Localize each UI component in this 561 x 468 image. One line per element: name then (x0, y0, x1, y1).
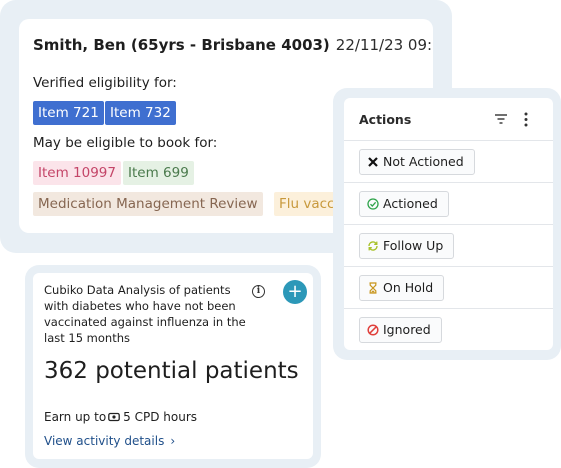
potential-patients-count: 362 potential patients (44, 358, 299, 384)
plus-icon: + (287, 281, 303, 302)
add-button[interactable]: + (283, 280, 307, 304)
action-label: Actioned (383, 196, 438, 211)
eligible-item-chip[interactable]: Item 699 (123, 161, 194, 185)
ignored-button[interactable]: Ignored (359, 317, 442, 343)
ban-icon (367, 324, 379, 336)
view-link-label: View activity details (44, 434, 165, 448)
actioned-button[interactable]: Actioned (359, 191, 449, 217)
eligible-item-chip[interactable]: Flu vacc (274, 192, 340, 216)
eligible-item-chip[interactable]: Item 10997 (33, 161, 121, 185)
may-be-eligible-label: May be eligible to book for: (33, 135, 218, 151)
info-icon[interactable]: i (252, 285, 265, 298)
filter-icon[interactable] (494, 113, 508, 125)
chevron-right-icon: › (170, 434, 176, 448)
verified-item-chip[interactable]: Item 732 (105, 101, 176, 125)
follow-up-button[interactable]: Follow Up (359, 233, 455, 259)
verified-item-chip[interactable]: Item 721 (33, 101, 104, 125)
earn-prefix: Earn up to (44, 410, 107, 424)
analysis-title: Cubiko Data Analysis of patients with di… (44, 283, 246, 345)
action-label: Ignored (383, 322, 431, 337)
action-label: Not Actioned (383, 154, 464, 169)
action-row-follow-up: Follow Up (344, 224, 553, 267)
x-icon (368, 157, 378, 167)
patient-name: Smith, Ben (65yrs - Brisbane 4003) (33, 36, 330, 54)
hourglass-icon (369, 282, 377, 294)
eligible-item-chip[interactable]: Medication Management Review (33, 192, 263, 216)
action-row-actioned: Actioned (344, 182, 553, 225)
check-circle-icon (367, 198, 379, 210)
verified-eligibility-label: Verified eligibility for: (33, 75, 177, 91)
action-row-on-hold: On Hold (344, 266, 553, 309)
refresh-icon (368, 241, 378, 251)
cpd-earnings: Earn up to 5 CPD hours (44, 410, 197, 424)
actions-panel: Actions Not Actioned Actioned Follow Up … (344, 98, 553, 350)
appointment-datetime: 22/11/23 09:00 (335, 36, 433, 54)
cpd-hours: 5 CPD hours (123, 410, 198, 424)
patient-header: Smith, Ben (65yrs - Brisbane 4003) 22/11/… (33, 36, 433, 54)
action-label: On Hold (383, 280, 434, 295)
view-activity-details-link[interactable]: View activity details › (44, 434, 175, 448)
analysis-card: Cubiko Data Analysis of patients with di… (33, 273, 313, 459)
ticket-icon (108, 412, 121, 422)
not-actioned-button[interactable]: Not Actioned (359, 149, 475, 175)
action-row-ignored: Ignored (344, 308, 553, 351)
action-row-not-actioned: Not Actioned (344, 140, 553, 183)
on-hold-button[interactable]: On Hold (359, 275, 445, 301)
action-label: Follow Up (383, 238, 444, 253)
actions-title: Actions (359, 112, 412, 127)
more-options-icon[interactable] (522, 112, 530, 127)
